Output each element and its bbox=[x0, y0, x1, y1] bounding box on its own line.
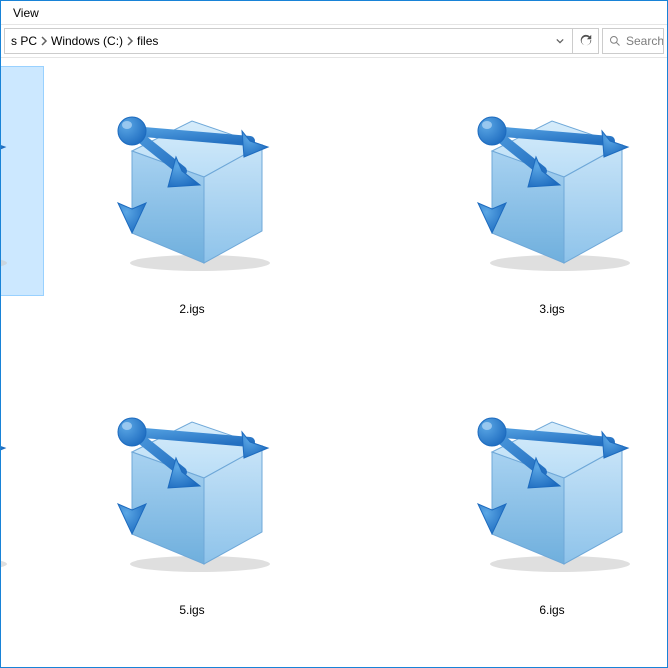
ribbon-tab-view[interactable]: View bbox=[1, 2, 51, 24]
cad-file-icon bbox=[452, 382, 652, 582]
file-label: 3.igs bbox=[539, 302, 564, 316]
refresh-button[interactable] bbox=[573, 28, 599, 54]
breadcrumb-segment[interactable]: files bbox=[137, 34, 160, 48]
cad-file-icon bbox=[1, 81, 29, 281]
file-thumbnail bbox=[77, 66, 307, 296]
cad-file-icon bbox=[92, 382, 292, 582]
breadcrumb-label: s PC bbox=[11, 34, 37, 48]
file-grid: 1.igs 2.igs 3.igs 4.igs bbox=[1, 58, 667, 667]
file-item[interactable]: 5.igs bbox=[77, 367, 307, 668]
search-placeholder: Search bbox=[626, 34, 664, 48]
file-thumbnail bbox=[1, 66, 44, 296]
file-thumbnail bbox=[1, 367, 44, 597]
search-input[interactable]: Search bbox=[602, 28, 664, 54]
file-label: 2.igs bbox=[179, 302, 204, 316]
file-item[interactable]: 4.igs bbox=[1, 367, 77, 668]
file-item[interactable]: 2.igs bbox=[77, 66, 307, 367]
file-item[interactable]: 6.igs bbox=[307, 367, 667, 668]
breadcrumb-segment[interactable]: s PC bbox=[11, 34, 51, 48]
breadcrumb[interactable]: s PC Windows (C:) files bbox=[4, 28, 573, 54]
search-icon bbox=[609, 35, 621, 47]
file-item[interactable]: 1.igs bbox=[1, 66, 77, 367]
file-explorer-window: View s PC Windows (C:) files bbox=[0, 0, 668, 668]
file-label: 6.igs bbox=[539, 603, 564, 617]
chevron-down-icon[interactable] bbox=[548, 37, 572, 45]
cad-file-icon bbox=[1, 382, 29, 582]
breadcrumb-segment[interactable]: Windows (C:) bbox=[51, 34, 137, 48]
chevron-right-icon[interactable] bbox=[39, 36, 49, 46]
file-item[interactable]: 3.igs bbox=[307, 66, 667, 367]
chevron-right-icon[interactable] bbox=[125, 36, 135, 46]
file-thumbnail bbox=[77, 367, 307, 597]
address-bar-row: s PC Windows (C:) files bbox=[1, 25, 667, 58]
file-thumbnail bbox=[437, 66, 667, 296]
breadcrumb-label: Windows (C:) bbox=[51, 34, 123, 48]
file-label: 5.igs bbox=[179, 603, 204, 617]
refresh-icon bbox=[579, 34, 593, 48]
cad-file-icon bbox=[452, 81, 652, 281]
ribbon-tabs: View bbox=[1, 1, 667, 25]
cad-file-icon bbox=[92, 81, 292, 281]
file-thumbnail bbox=[437, 367, 667, 597]
breadcrumb-label: files bbox=[137, 34, 158, 48]
